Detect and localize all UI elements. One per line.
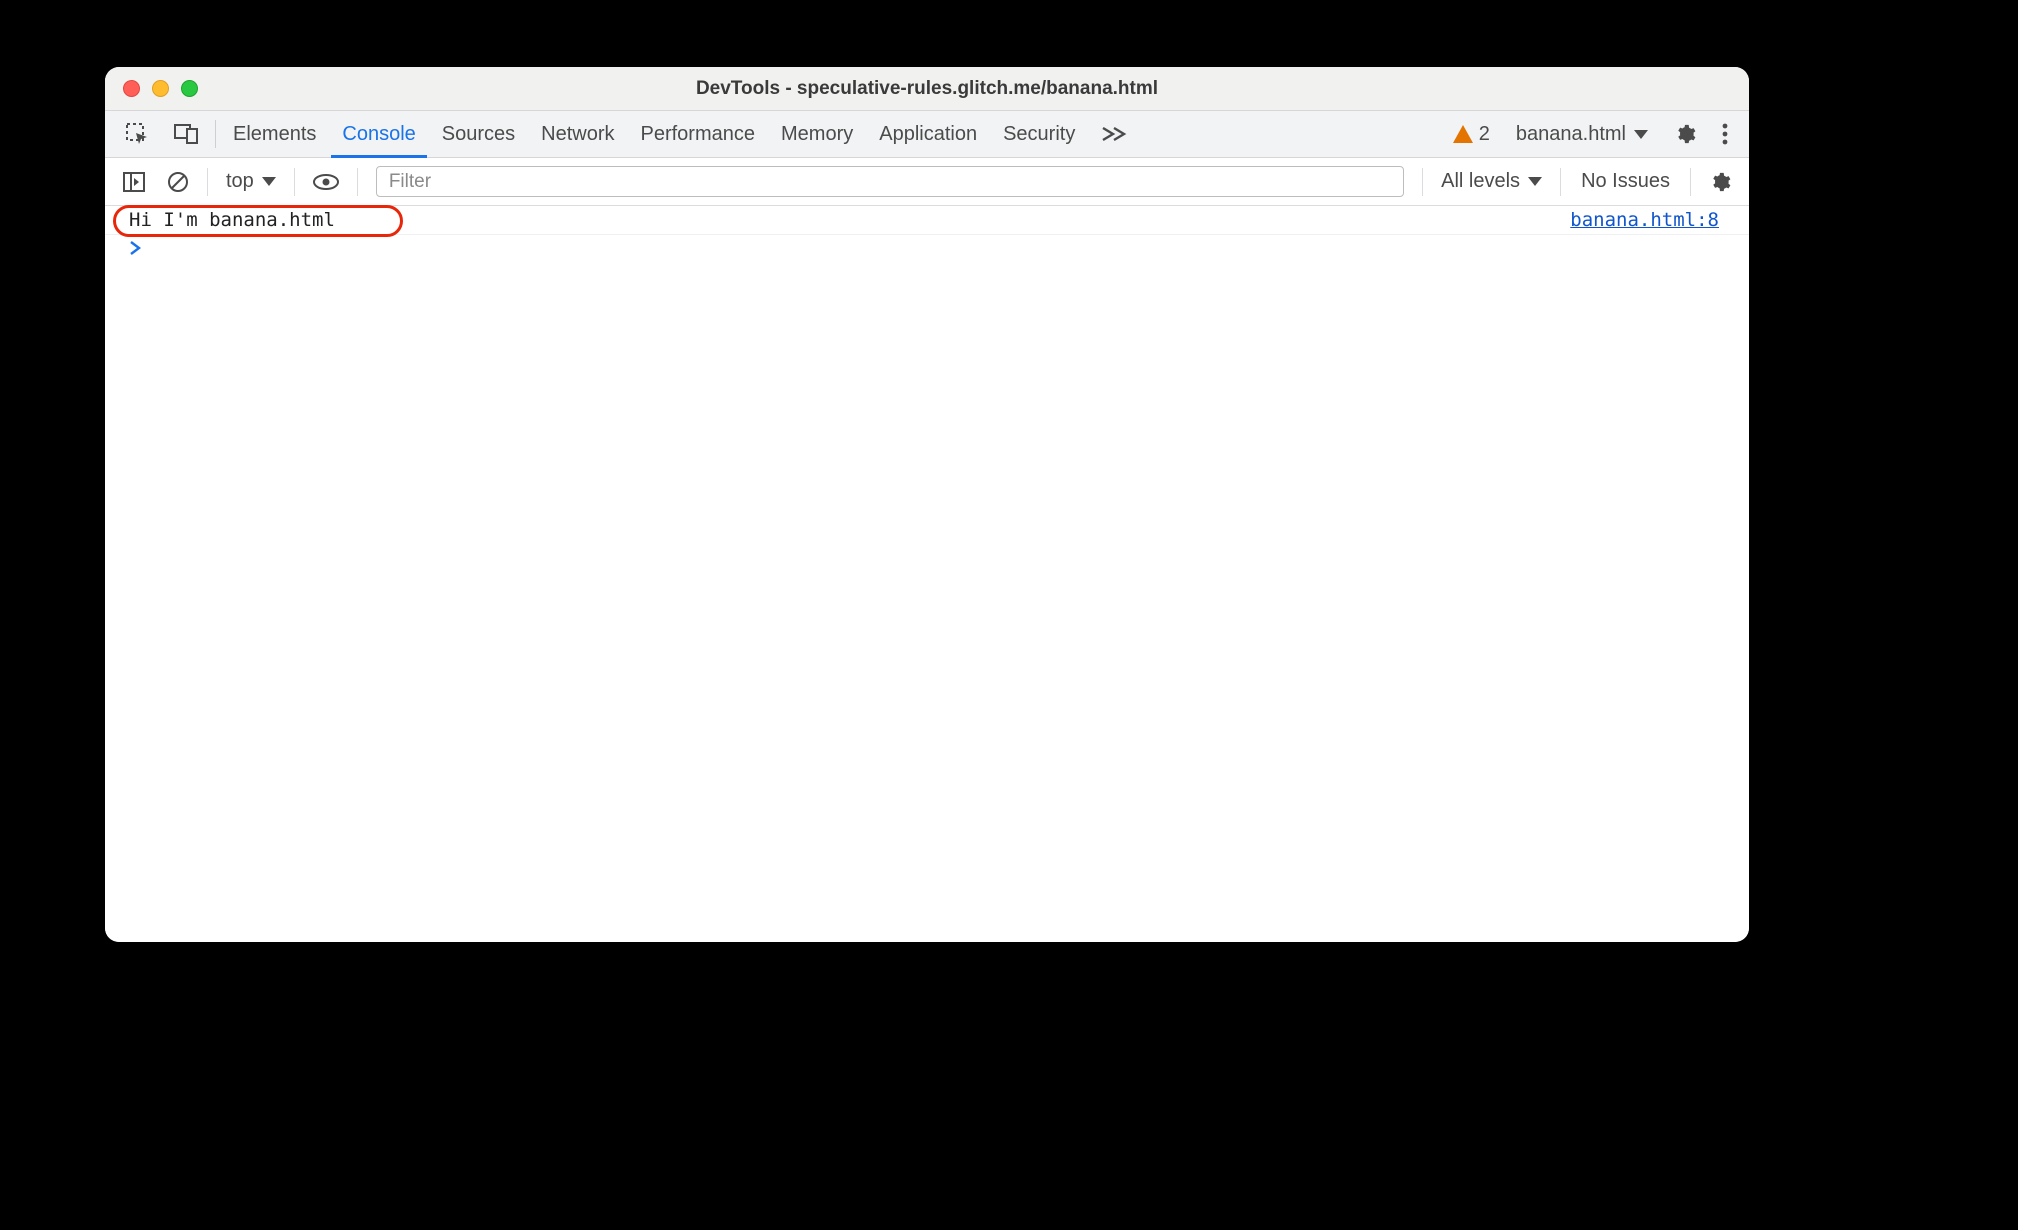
log-message-wrap: Hi I'm banana.html: [129, 209, 335, 231]
traffic-lights: [105, 80, 198, 97]
tabstrip: Elements Console Sources Network Perform…: [105, 111, 1749, 158]
context-label: top: [226, 170, 254, 193]
tab-label: Performance: [641, 123, 756, 146]
execution-context-selector[interactable]: top: [216, 170, 286, 193]
divider: [357, 168, 358, 196]
console-log-row[interactable]: Hi I'm banana.html banana.html:8: [105, 206, 1749, 235]
kebab-menu-button[interactable]: [1709, 111, 1741, 157]
divider: [1422, 168, 1423, 196]
console-settings-button[interactable]: [1699, 158, 1741, 205]
target-context-selector[interactable]: banana.html: [1503, 111, 1661, 157]
console-output[interactable]: Hi I'm banana.html banana.html:8: [105, 206, 1749, 942]
console-prompt[interactable]: [105, 235, 1749, 261]
filter-input[interactable]: [376, 166, 1404, 197]
tab-label: Console: [342, 123, 415, 146]
divider: [1560, 168, 1561, 196]
divider: [215, 120, 216, 148]
live-expression-button[interactable]: [303, 158, 349, 205]
issues-indicator[interactable]: 2: [1437, 111, 1503, 157]
tab-network[interactable]: Network: [528, 111, 627, 157]
context-label: banana.html: [1516, 123, 1626, 146]
tab-elements[interactable]: Elements: [220, 111, 329, 157]
divider: [294, 168, 295, 196]
tab-label: Sources: [442, 123, 515, 146]
tab-label: Application: [879, 123, 977, 146]
toggle-sidebar-button[interactable]: [113, 158, 155, 205]
devtools-window: DevTools - speculative-rules.glitch.me/b…: [105, 67, 1749, 942]
device-toolbar-icon[interactable]: [161, 111, 211, 157]
issues-summary[interactable]: No Issues: [1569, 170, 1682, 193]
tab-security[interactable]: Security: [990, 111, 1088, 157]
tab-label: Security: [1003, 123, 1075, 146]
tab-label: Elements: [233, 123, 316, 146]
tab-label: Memory: [781, 123, 853, 146]
console-toolbar: top All levels No Issues: [105, 158, 1749, 206]
source-link[interactable]: banana.html:8: [1570, 209, 1719, 231]
warning-icon: [1453, 125, 1473, 143]
tab-application[interactable]: Application: [866, 111, 990, 157]
settings-button[interactable]: [1661, 111, 1709, 157]
tab-sources[interactable]: Sources: [429, 111, 528, 157]
chevron-down-icon: [1528, 177, 1542, 186]
clear-console-button[interactable]: [157, 158, 199, 205]
log-levels-selector[interactable]: All levels: [1431, 170, 1552, 193]
window-close-button[interactable]: [123, 80, 140, 97]
window-title: DevTools - speculative-rules.glitch.me/b…: [105, 78, 1749, 100]
tab-label: Network: [541, 123, 614, 146]
divider: [207, 168, 208, 196]
titlebar: DevTools - speculative-rules.glitch.me/b…: [105, 67, 1749, 111]
levels-label: All levels: [1441, 170, 1520, 193]
warning-count: 2: [1479, 123, 1490, 146]
issues-label: No Issues: [1581, 170, 1670, 192]
inspect-element-icon[interactable]: [113, 111, 161, 157]
tab-console[interactable]: Console: [329, 111, 428, 157]
tab-performance[interactable]: Performance: [628, 111, 769, 157]
log-message: Hi I'm banana.html: [129, 209, 335, 231]
window-minimize-button[interactable]: [152, 80, 169, 97]
divider: [1690, 168, 1691, 196]
chevron-down-icon: [262, 177, 276, 186]
chevron-down-icon: [1634, 130, 1648, 139]
tab-memory[interactable]: Memory: [768, 111, 866, 157]
window-zoom-button[interactable]: [181, 80, 198, 97]
more-tabs-button[interactable]: [1088, 111, 1140, 157]
